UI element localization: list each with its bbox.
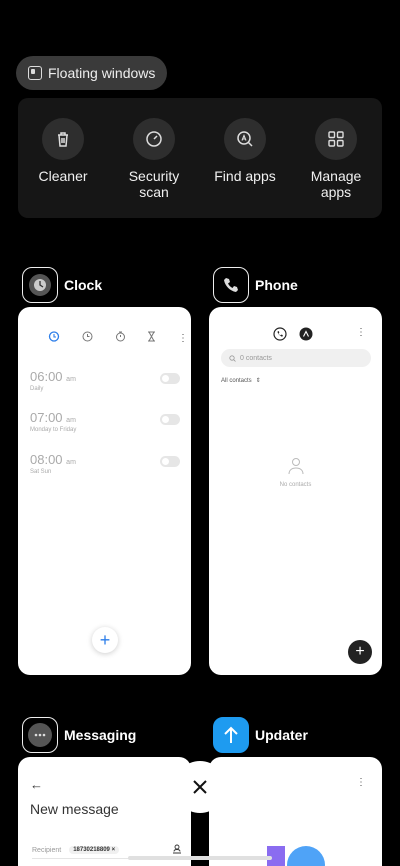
alarm-ampm: am: [66, 417, 76, 424]
home-indicator[interactable]: [128, 856, 272, 860]
contacts-filter[interactable]: All contacts ⇕: [221, 377, 261, 385]
clock-app-card[interactable]: ⋮ 06:00 am Daily 07:00 am Monday to Frid…: [18, 307, 191, 675]
alarm-ampm: am: [66, 376, 76, 383]
clock-tabs: ⋮: [48, 329, 188, 347]
alarm-repeat: Daily: [30, 386, 44, 392]
clock-app-header[interactable]: Clock: [22, 267, 102, 303]
updater-app-icon: [213, 717, 249, 753]
phone-app-header[interactable]: Phone: [213, 267, 298, 303]
recipient-label: Recipient: [32, 846, 62, 854]
stopwatch-icon[interactable]: [115, 329, 126, 347]
search-placeholder: 0 contacts: [240, 354, 272, 362]
phone-app-card[interactable]: ⋮ 0 contacts All contacts ⇕ No contacts …: [209, 307, 382, 675]
alarm-time: 08:00: [30, 452, 63, 467]
close-icon: [193, 780, 207, 794]
phone-app-name: Phone: [255, 277, 298, 293]
messaging-app-card[interactable]: ← New message Recipient 18730218809 ×: [18, 757, 191, 866]
speedometer-icon: [133, 118, 175, 160]
updater-app-card[interactable]: ⋮: [209, 757, 382, 866]
trash-icon: [42, 118, 84, 160]
alarm-toggle[interactable]: [160, 373, 180, 384]
alarm-item[interactable]: 06:00 am Daily: [30, 369, 180, 392]
more-icon[interactable]: ⋮: [178, 333, 188, 344]
updater-app-header[interactable]: Updater: [213, 717, 308, 753]
search-a-icon: [224, 118, 266, 160]
recipient-field[interactable]: Recipient 18730218809 ×: [32, 844, 182, 856]
world-clock-icon[interactable]: [82, 329, 93, 347]
empty-state: No contacts: [209, 457, 382, 488]
clear-all-button[interactable]: [174, 761, 226, 813]
floating-window-icon: [28, 66, 42, 80]
recipient-number: 18730218809: [73, 847, 110, 853]
alarm-toggle[interactable]: [160, 414, 180, 425]
cleaner-label: Cleaner: [38, 168, 88, 184]
alarm-icon[interactable]: [48, 329, 60, 347]
find-apps-label: Find apps: [214, 168, 276, 184]
person-icon: [288, 458, 303, 475]
clock-app-name: Clock: [64, 277, 103, 293]
more-icon[interactable]: ⋮: [356, 777, 366, 788]
sort-icon: ⇕: [255, 378, 261, 384]
more-icon[interactable]: ⋮: [356, 327, 366, 338]
back-arrow-icon[interactable]: ←: [30, 777, 43, 792]
contacts-search-input[interactable]: 0 contacts: [221, 349, 371, 367]
updater-app-name: Updater: [255, 727, 308, 743]
messaging-app-icon: [22, 717, 58, 753]
new-message-title: New message: [30, 801, 119, 817]
quick-tools-panel: Cleaner Security scan Find apps Manage a…: [18, 98, 382, 218]
messaging-app-header[interactable]: Messaging: [22, 717, 136, 753]
alarm-time: 06:00: [30, 369, 63, 384]
add-contact-icon[interactable]: [172, 844, 182, 856]
updater-graphic-circle: [287, 846, 325, 866]
grid-icon: [315, 118, 357, 160]
alarm-time: 07:00: [30, 410, 63, 425]
alarm-toggle[interactable]: [160, 456, 180, 467]
alarm-repeat: Sat Sun: [30, 469, 52, 475]
manage-apps-button[interactable]: Manage apps: [291, 118, 381, 200]
search-icon: [229, 354, 236, 362]
add-alarm-button[interactable]: +: [92, 627, 118, 653]
recipient-chip[interactable]: 18730218809 ×: [69, 846, 120, 854]
add-contact-button[interactable]: +: [348, 640, 372, 664]
manage-apps-label: Manage apps: [310, 168, 362, 200]
floating-windows-label: Floating windows: [48, 65, 156, 81]
clock-app-icon: [22, 267, 58, 303]
contacts-icon[interactable]: [299, 327, 313, 346]
empty-label: No contacts: [279, 482, 312, 488]
cleaner-button[interactable]: Cleaner: [18, 118, 108, 184]
security-scan-button[interactable]: Security scan: [109, 118, 199, 200]
contacts-filter-label: All contacts: [221, 377, 252, 384]
find-apps-button[interactable]: Find apps: [200, 118, 290, 184]
recents-icon[interactable]: [273, 327, 287, 346]
messaging-app-name: Messaging: [64, 727, 137, 743]
floating-windows-button[interactable]: Floating windows: [16, 56, 168, 90]
alarm-item[interactable]: 07:00 am Monday to Friday: [30, 410, 180, 433]
security-scan-label: Security scan: [128, 168, 180, 200]
alarm-item[interactable]: 08:00 am Sat Sun: [30, 452, 180, 475]
phone-app-icon: [213, 267, 249, 303]
timer-icon[interactable]: [147, 329, 156, 347]
alarm-ampm: am: [66, 459, 76, 466]
alarm-repeat: Monday to Friday: [30, 427, 77, 433]
